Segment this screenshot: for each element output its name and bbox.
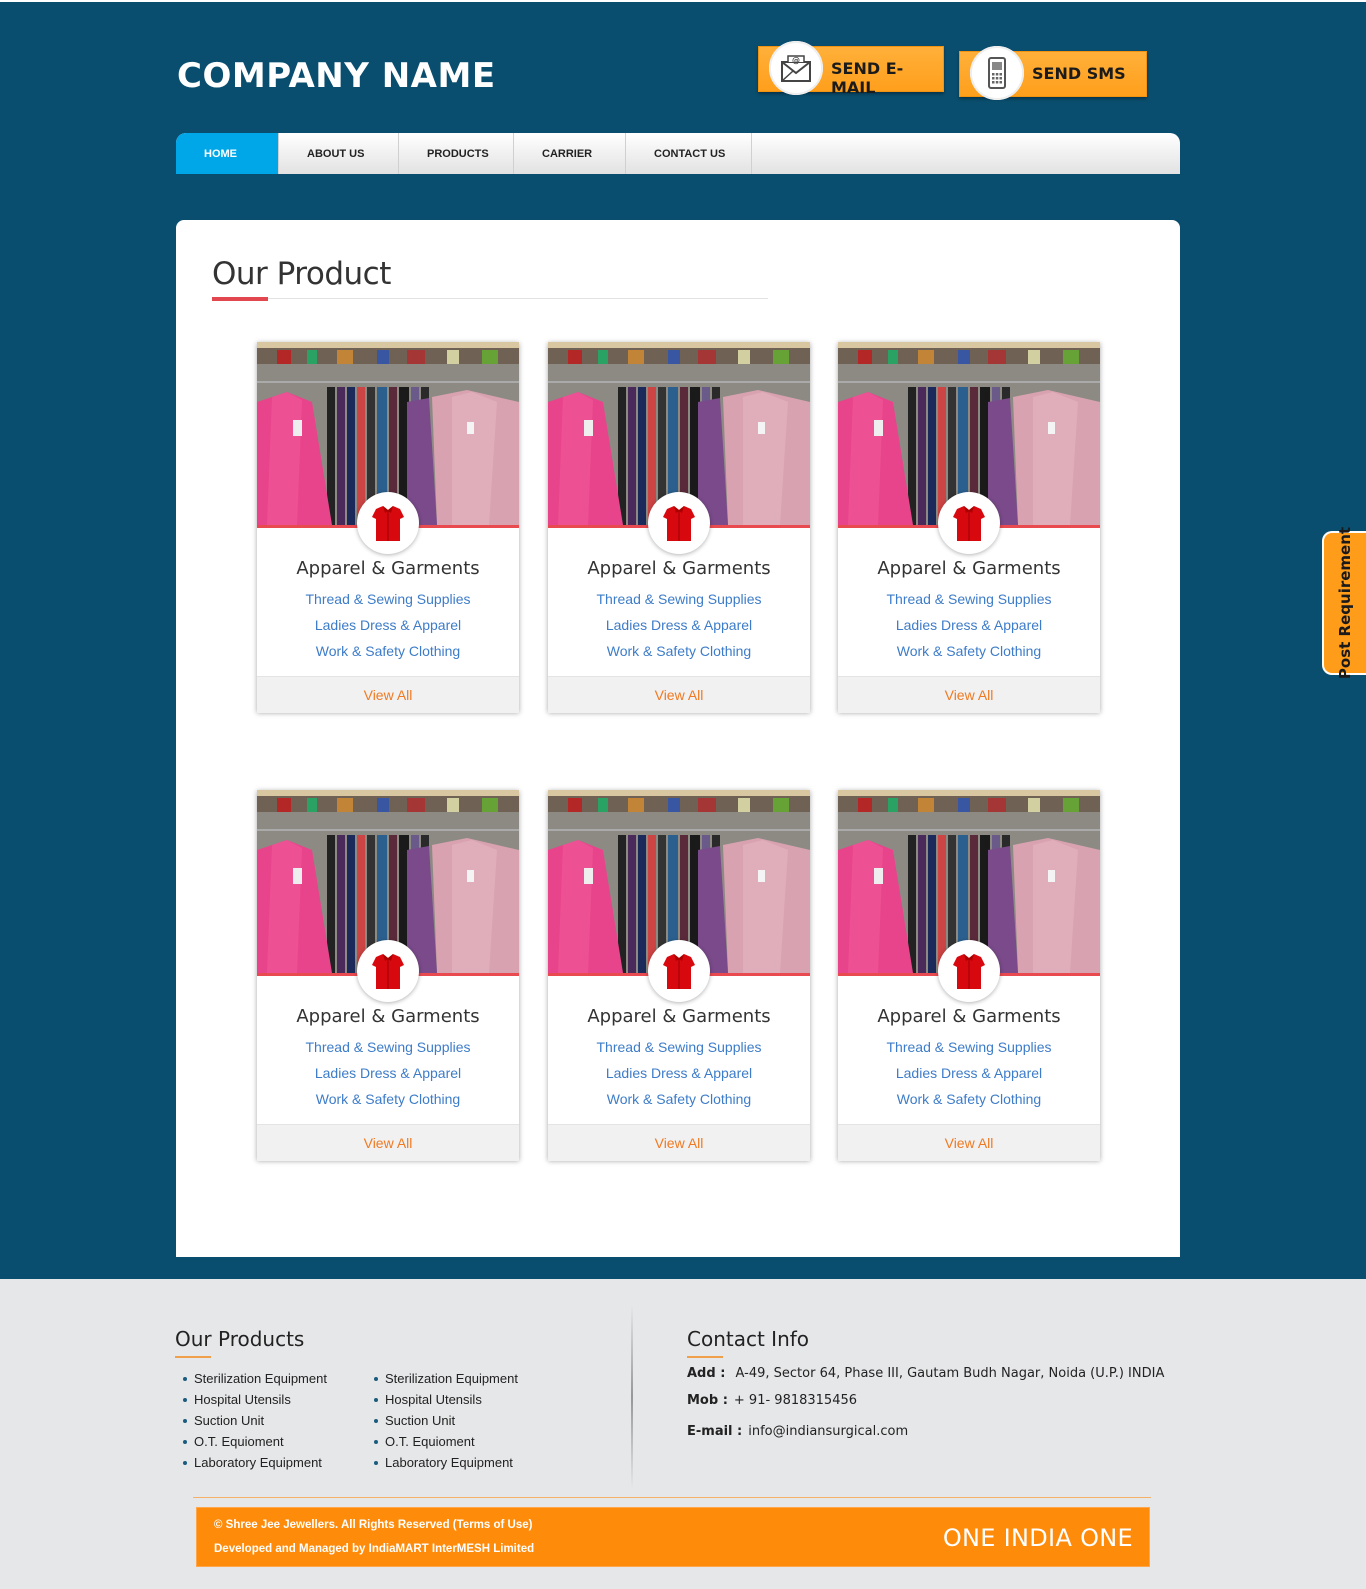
- card-link[interactable]: Thread & Sewing Supplies: [257, 591, 519, 607]
- card-title[interactable]: Apparel & Garments: [838, 558, 1100, 579]
- envelope-icon: @: [769, 41, 823, 95]
- title-accent: [212, 297, 268, 301]
- card-link[interactable]: Work & Safety Clothing: [548, 643, 810, 659]
- nav-item-contact-us[interactable]: CONTACT US: [626, 133, 752, 174]
- card-title[interactable]: Apparel & Garments: [257, 1006, 519, 1027]
- list-item[interactable]: Suction Unit: [374, 1410, 518, 1431]
- footer-products-list-2: Sterilization Equipment Hospital Utensil…: [374, 1368, 518, 1473]
- list-item[interactable]: O.T. Equioment: [183, 1431, 327, 1452]
- brand-logo[interactable]: ONE INDIA ONE: [943, 1524, 1133, 1552]
- product-card-2: Apparel & Garments Thread & Sewing Suppl…: [548, 342, 810, 713]
- card-link[interactable]: Work & Safety Clothing: [838, 643, 1100, 659]
- view-all-button[interactable]: View All: [257, 676, 519, 713]
- list-item[interactable]: Laboratory Equipment: [183, 1452, 327, 1473]
- view-all-button[interactable]: View All: [838, 1124, 1100, 1161]
- list-item[interactable]: Suction Unit: [183, 1410, 327, 1431]
- list-item[interactable]: Sterilization Equipment: [374, 1368, 518, 1389]
- shirt-icon: [648, 492, 710, 554]
- card-link[interactable]: Ladies Dress & Apparel: [838, 617, 1100, 633]
- card-link[interactable]: Ladies Dress & Apparel: [257, 617, 519, 633]
- copyright-text[interactable]: © Shree Jee Jewellers. All Rights Reserv…: [214, 1519, 532, 1531]
- card-link[interactable]: Work & Safety Clothing: [257, 1091, 519, 1107]
- title-divider: [212, 298, 768, 299]
- company-name[interactable]: COMPANY NAME: [177, 56, 496, 96]
- card-link[interactable]: Thread & Sewing Supplies: [257, 1039, 519, 1055]
- send-sms-label: SEND SMS: [1032, 64, 1126, 83]
- shirt-icon: [357, 492, 419, 554]
- view-all-button[interactable]: View All: [548, 1124, 810, 1161]
- product-card-5: Apparel & Garments Thread & Sewing Suppl…: [548, 790, 810, 1161]
- product-card-1: Apparel & Garments Thread & Sewing Suppl…: [257, 342, 519, 713]
- card-link[interactable]: Ladies Dress & Apparel: [548, 617, 810, 633]
- nav-item-carrier[interactable]: CARRIER: [514, 133, 626, 174]
- card-title[interactable]: Apparel & Garments: [548, 558, 810, 579]
- products-title-underline: [175, 1356, 211, 1358]
- list-item[interactable]: Sterilization Equipment: [183, 1368, 327, 1389]
- product-card-4: Apparel & Garments Thread & Sewing Suppl…: [257, 790, 519, 1161]
- list-item[interactable]: O.T. Equioment: [374, 1431, 518, 1452]
- card-link[interactable]: Ladies Dress & Apparel: [548, 1065, 810, 1081]
- list-item[interactable]: Hospital Utensils: [183, 1389, 327, 1410]
- card-link[interactable]: Thread & Sewing Supplies: [838, 591, 1100, 607]
- footer-products-title: Our Products: [175, 1327, 305, 1351]
- footer-divider: [631, 1305, 633, 1489]
- view-all-button[interactable]: View All: [548, 676, 810, 713]
- card-link[interactable]: Work & Safety Clothing: [548, 1091, 810, 1107]
- send-email-button[interactable]: @ SEND E-MAIL: [758, 41, 944, 97]
- card-link[interactable]: Ladies Dress & Apparel: [838, 1065, 1100, 1081]
- main-nav: HOME ABOUT US PRODUCTS CARRIER CONTACT U…: [176, 133, 1180, 174]
- card-title[interactable]: Apparel & Garments: [257, 558, 519, 579]
- product-card-6: Apparel & Garments Thread & Sewing Suppl…: [838, 790, 1100, 1161]
- shirt-icon: [648, 940, 710, 1002]
- card-link[interactable]: Work & Safety Clothing: [838, 1091, 1100, 1107]
- copyright-bar: © Shree Jee Jewellers. All Rights Reserv…: [196, 1507, 1150, 1567]
- view-all-button[interactable]: View All: [257, 1124, 519, 1161]
- list-item[interactable]: Laboratory Equipment: [374, 1452, 518, 1473]
- nav-item-products[interactable]: PRODUCTS: [399, 133, 514, 174]
- post-requirement-tab[interactable]: Post Requirement: [1322, 527, 1366, 679]
- list-item[interactable]: Hospital Utensils: [374, 1389, 518, 1410]
- email-link[interactable]: info@indiansurgical.com: [748, 1424, 908, 1439]
- card-link[interactable]: Ladies Dress & Apparel: [257, 1065, 519, 1081]
- post-requirement-label: Post Requirement: [1336, 526, 1354, 680]
- card-link[interactable]: Work & Safety Clothing: [257, 643, 519, 659]
- contact-mobile: Mob : + 91- 9818315456: [687, 1393, 858, 1408]
- footer-contact-title: Contact Info: [687, 1327, 810, 1351]
- contact-address: Add : A-49, Sector 64, Phase III, Gautam…: [687, 1366, 1165, 1381]
- contact-title-underline: [687, 1356, 723, 1358]
- product-card-3: Apparel & Garments Thread & Sewing Suppl…: [838, 342, 1100, 713]
- shirt-icon: [938, 492, 1000, 554]
- section-title: Our Product: [212, 256, 391, 292]
- svg-text:@: @: [792, 56, 800, 65]
- nav-item-home[interactable]: HOME: [176, 133, 279, 174]
- shirt-icon: [357, 940, 419, 1002]
- card-link[interactable]: Thread & Sewing Supplies: [548, 1039, 810, 1055]
- nav-item-about-us[interactable]: ABOUT US: [279, 133, 399, 174]
- view-all-button[interactable]: View All: [838, 676, 1100, 713]
- send-email-label: SEND E-MAIL: [831, 59, 904, 97]
- footer-products-list-1: Sterilization Equipment Hospital Utensil…: [183, 1368, 327, 1473]
- shirt-icon: [938, 940, 1000, 1002]
- card-title[interactable]: Apparel & Garments: [548, 1006, 810, 1027]
- footer-rule: [193, 1497, 1151, 1498]
- card-link[interactable]: Thread & Sewing Supplies: [548, 591, 810, 607]
- contact-email: E-mail : info@indiansurgical.com: [687, 1424, 909, 1439]
- card-link[interactable]: Thread & Sewing Supplies: [838, 1039, 1100, 1055]
- send-sms-button[interactable]: SEND SMS: [959, 46, 1147, 100]
- card-title[interactable]: Apparel & Garments: [838, 1006, 1100, 1027]
- developed-by-text[interactable]: Developed and Managed by IndiaMART Inter…: [214, 1543, 534, 1555]
- mobile-phone-icon: [970, 46, 1024, 100]
